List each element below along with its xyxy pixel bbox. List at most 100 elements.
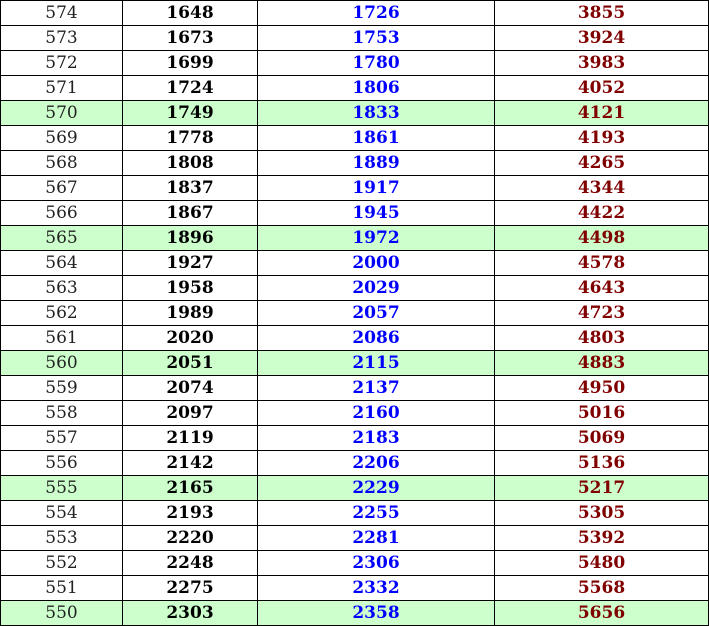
col3-cell: 1753 bbox=[257, 25, 495, 51]
table-row: 563 1958 2029 4643 bbox=[0, 275, 709, 301]
col2-cell: 2097 bbox=[122, 400, 258, 426]
col3-cell: 2229 bbox=[257, 475, 495, 501]
col4-cell: 4643 bbox=[494, 275, 709, 301]
col2-cell: 1867 bbox=[122, 200, 258, 226]
col3-cell: 2115 bbox=[257, 350, 495, 376]
table-row: 561 2020 2086 4803 bbox=[0, 325, 709, 351]
col2-cell: 1648 bbox=[122, 0, 258, 26]
table-row: 554 2193 2255 5305 bbox=[0, 500, 709, 526]
col3-cell: 2255 bbox=[257, 500, 495, 526]
col4-cell: 4803 bbox=[494, 325, 709, 351]
col2-cell: 2165 bbox=[122, 475, 258, 501]
col2-cell: 1808 bbox=[122, 150, 258, 176]
col2-cell: 1837 bbox=[122, 175, 258, 201]
col4-cell: 4193 bbox=[494, 125, 709, 151]
col4-cell: 4950 bbox=[494, 375, 709, 401]
table-row: 562 1989 2057 4723 bbox=[0, 300, 709, 326]
col4-cell: 4121 bbox=[494, 100, 709, 126]
score-rank-table: 574 1648 1726 3855 573 1673 1753 3924 572 1699 178… bbox=[0, 0, 709, 626]
col3-cell: 1889 bbox=[257, 150, 495, 176]
col2-cell: 1749 bbox=[122, 100, 258, 126]
col2-cell: 2051 bbox=[122, 350, 258, 376]
col4-cell: 5016 bbox=[494, 400, 709, 426]
col4-cell: 5656 bbox=[494, 600, 709, 626]
col3-cell: 1726 bbox=[257, 0, 495, 26]
score-cell: 556 bbox=[0, 450, 123, 476]
col4-cell: 5568 bbox=[494, 575, 709, 601]
col3-cell: 2206 bbox=[257, 450, 495, 476]
score-cell: 562 bbox=[0, 300, 123, 326]
col3-cell: 2183 bbox=[257, 425, 495, 451]
col2-cell: 2020 bbox=[122, 325, 258, 351]
col4-cell: 5136 bbox=[494, 450, 709, 476]
table-row: 566 1867 1945 4422 bbox=[0, 200, 709, 226]
score-cell: 557 bbox=[0, 425, 123, 451]
col2-cell: 1958 bbox=[122, 275, 258, 301]
score-cell: 569 bbox=[0, 125, 123, 151]
col2-cell: 1896 bbox=[122, 225, 258, 251]
score-cell: 563 bbox=[0, 275, 123, 301]
col2-cell: 2220 bbox=[122, 525, 258, 551]
table-row: 557 2119 2183 5069 bbox=[0, 425, 709, 451]
col3-cell: 2358 bbox=[257, 600, 495, 626]
col4-cell: 4578 bbox=[494, 250, 709, 276]
col2-cell: 1699 bbox=[122, 50, 258, 76]
col2-cell: 1927 bbox=[122, 250, 258, 276]
score-cell: 552 bbox=[0, 550, 123, 576]
table-row: 552 2248 2306 5480 bbox=[0, 550, 709, 576]
col3-cell: 2332 bbox=[257, 575, 495, 601]
col2-cell: 2142 bbox=[122, 450, 258, 476]
table-row: 551 2275 2332 5568 bbox=[0, 575, 709, 601]
table-row: 550 2303 2358 5656 bbox=[0, 600, 709, 626]
score-cell: 573 bbox=[0, 25, 123, 51]
score-cell: 555 bbox=[0, 475, 123, 501]
table-row: 571 1724 1806 4052 bbox=[0, 75, 709, 101]
col3-cell: 2281 bbox=[257, 525, 495, 551]
col2-cell: 2248 bbox=[122, 550, 258, 576]
col3-cell: 1972 bbox=[257, 225, 495, 251]
col4-cell: 4883 bbox=[494, 350, 709, 376]
col3-cell: 2029 bbox=[257, 275, 495, 301]
table-row: 553 2220 2281 5392 bbox=[0, 525, 709, 551]
col3-cell: 2306 bbox=[257, 550, 495, 576]
score-cell: 564 bbox=[0, 250, 123, 276]
col4-cell: 5392 bbox=[494, 525, 709, 551]
score-cell: 550 bbox=[0, 600, 123, 626]
table-row: 572 1699 1780 3983 bbox=[0, 50, 709, 76]
score-cell: 559 bbox=[0, 375, 123, 401]
col4-cell: 4723 bbox=[494, 300, 709, 326]
col3-cell: 1833 bbox=[257, 100, 495, 126]
col2-cell: 1778 bbox=[122, 125, 258, 151]
col2-cell: 2303 bbox=[122, 600, 258, 626]
col3-cell: 2057 bbox=[257, 300, 495, 326]
col4-cell: 5217 bbox=[494, 475, 709, 501]
col4-cell: 4052 bbox=[494, 75, 709, 101]
table-row: 559 2074 2137 4950 bbox=[0, 375, 709, 401]
score-cell: 568 bbox=[0, 150, 123, 176]
score-cell: 560 bbox=[0, 350, 123, 376]
score-cell: 561 bbox=[0, 325, 123, 351]
table-row: 570 1749 1833 4121 bbox=[0, 100, 709, 126]
table-row: 567 1837 1917 4344 bbox=[0, 175, 709, 201]
table-row: 565 1896 1972 4498 bbox=[0, 225, 709, 251]
col2-cell: 1724 bbox=[122, 75, 258, 101]
col4-cell: 3855 bbox=[494, 0, 709, 26]
col3-cell: 1945 bbox=[257, 200, 495, 226]
col4-cell: 4498 bbox=[494, 225, 709, 251]
score-cell: 565 bbox=[0, 225, 123, 251]
col2-cell: 1673 bbox=[122, 25, 258, 51]
col4-cell: 5305 bbox=[494, 500, 709, 526]
score-cell: 558 bbox=[0, 400, 123, 426]
score-cell: 574 bbox=[0, 0, 123, 26]
table-row: 560 2051 2115 4883 bbox=[0, 350, 709, 376]
table-body: 574 1648 1726 3855 573 1673 1753 3924 572 1699 178… bbox=[0, 0, 709, 626]
col4-cell: 4265 bbox=[494, 150, 709, 176]
score-cell: 551 bbox=[0, 575, 123, 601]
col3-cell: 2160 bbox=[257, 400, 495, 426]
table-row: 569 1778 1861 4193 bbox=[0, 125, 709, 151]
score-cell: 554 bbox=[0, 500, 123, 526]
col2-cell: 2119 bbox=[122, 425, 258, 451]
table-row: 573 1673 1753 3924 bbox=[0, 25, 709, 51]
col4-cell: 3924 bbox=[494, 25, 709, 51]
col2-cell: 2074 bbox=[122, 375, 258, 401]
